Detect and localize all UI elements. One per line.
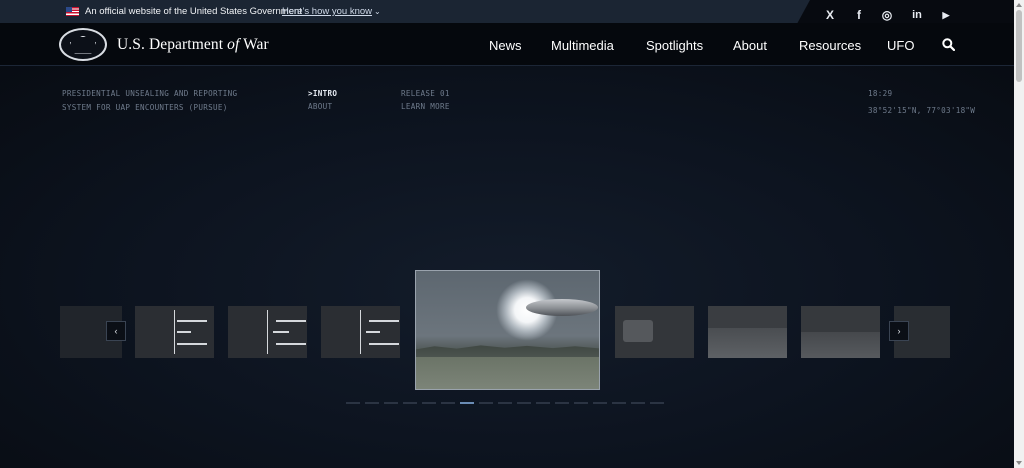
scroll-up-arrow-icon[interactable] — [1016, 3, 1022, 7]
carousel-dot[interactable] — [593, 402, 607, 404]
carousel-dot[interactable] — [631, 402, 645, 404]
clock-readout: 18:29 — [868, 89, 893, 98]
carousel-thumbnail[interactable] — [708, 306, 787, 358]
intro-tab[interactable]: >INTRO — [308, 89, 337, 98]
nav-spotlights[interactable]: Spotlights — [646, 38, 703, 53]
carousel-dot[interactable] — [403, 402, 417, 404]
page-scrollbar[interactable] — [1014, 0, 1024, 468]
carousel-dot[interactable] — [422, 402, 436, 404]
carousel-dot[interactable] — [612, 402, 626, 404]
us-flag-icon — [66, 7, 79, 16]
carousel-dot[interactable] — [498, 402, 512, 404]
scroll-down-arrow-icon[interactable] — [1016, 461, 1022, 465]
carousel-thumbnail[interactable] — [135, 306, 214, 358]
hero-section: PRESIDENTIAL UNSEALING AND REPORTING SYS… — [0, 66, 1014, 468]
youtube-icon[interactable]: ▶ — [938, 7, 954, 23]
carousel-next-button[interactable]: › — [889, 321, 909, 341]
carousel-thumbnail[interactable] — [801, 306, 880, 358]
carousel-dot[interactable] — [346, 402, 360, 404]
release-label: RELEASE 01 — [401, 89, 450, 98]
carousel-dot[interactable] — [460, 402, 474, 404]
heres-how-you-know-link[interactable]: Here's how you know ⌄ — [282, 6, 381, 17]
site-header: U.S. Department of War News Multimedia S… — [0, 23, 1014, 66]
carousel-prev-button[interactable]: ‹ — [106, 321, 126, 341]
instagram-icon[interactable]: ◎ — [879, 7, 895, 23]
nav-ufo[interactable]: UFO — [887, 38, 914, 53]
x-icon[interactable]: X — [822, 7, 838, 23]
carousel-dot[interactable] — [384, 402, 398, 404]
nav-multimedia[interactable]: Multimedia — [551, 38, 614, 53]
carousel-dot[interactable] — [517, 402, 531, 404]
nav-resources[interactable]: Resources — [799, 38, 861, 53]
carousel-dot[interactable] — [479, 402, 493, 404]
carousel-dot[interactable] — [555, 402, 569, 404]
carousel-dot[interactable] — [650, 402, 664, 404]
nav-about[interactable]: About — [733, 38, 767, 53]
site-brand[interactable]: U.S. Department of War — [117, 36, 269, 54]
carousel-thumbnail[interactable] — [228, 306, 307, 358]
nav-news[interactable]: News — [489, 38, 522, 53]
gov-banner-text: An official website of the United States… — [85, 6, 302, 17]
linkedin-icon[interactable]: in — [909, 7, 925, 23]
scroll-thumb[interactable] — [1016, 10, 1022, 82]
carousel-dot[interactable] — [536, 402, 550, 404]
coordinates-readout: 38°52'15"N, 77°03'18"W — [868, 106, 976, 115]
department-seal-logo[interactable] — [59, 28, 107, 61]
carousel-dot[interactable] — [441, 402, 455, 404]
chevron-down-icon: ⌄ — [374, 7, 381, 16]
carousel-dot[interactable] — [574, 402, 588, 404]
carousel-thumbnail[interactable] — [615, 306, 694, 358]
learn-more-link[interactable]: LEARN MORE — [401, 102, 450, 111]
hero-title-line-2: SYSTEM FOR UAP ENCOUNTERS (PURSUE) — [62, 103, 228, 112]
carousel-thumbnail[interactable] — [321, 306, 400, 358]
search-icon[interactable] — [942, 38, 955, 51]
carousel-main-image[interactable] — [415, 270, 600, 390]
hero-title-line-1: PRESIDENTIAL UNSEALING AND REPORTING — [62, 89, 238, 98]
facebook-icon[interactable]: f — [851, 7, 867, 23]
ufo-object — [526, 299, 598, 316]
carousel-dot[interactable] — [365, 402, 379, 404]
about-tab[interactable]: ABOUT — [308, 102, 332, 111]
